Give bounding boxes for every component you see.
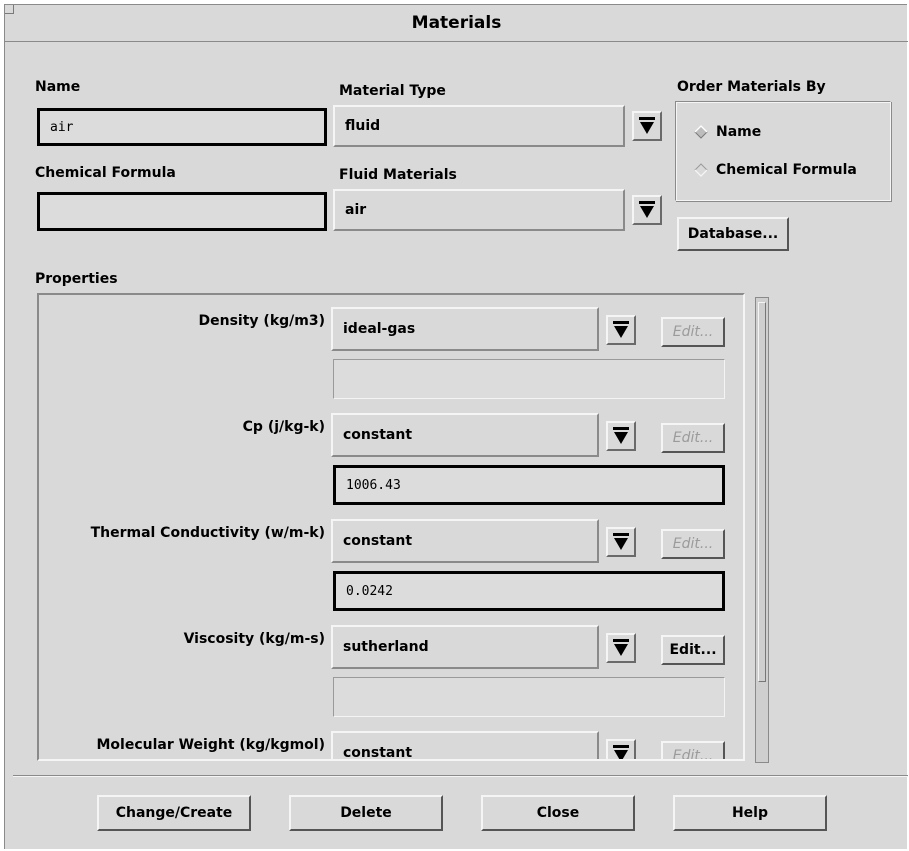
change-create-button[interactable]: Change/Create (97, 795, 251, 831)
cp-edit-button[interactable]: Edit... (661, 423, 725, 453)
molecular-weight-method-dropdown-button[interactable] (606, 739, 636, 759)
properties-label: Properties (35, 271, 118, 287)
fluid-materials-dropdown-button[interactable] (632, 195, 662, 225)
chevron-down-icon (613, 533, 629, 550)
order-by-chemical-formula-radio[interactable]: Chemical Formula (694, 162, 857, 178)
cp-method-dropdown-button[interactable] (606, 421, 636, 451)
button-divider (13, 775, 908, 777)
viscosity-label: Viscosity (kg/m-s) (183, 631, 325, 647)
thermal-conductivity-method-dropdown-button[interactable] (606, 527, 636, 557)
viscosity-edit-button[interactable]: Edit... (661, 635, 725, 665)
name-field[interactable]: air (37, 108, 327, 146)
fluid-materials-select[interactable]: air (333, 189, 625, 231)
viscosity-method-select[interactable]: sutherland (331, 625, 599, 669)
thermal-conductivity-method-select[interactable]: constant (331, 519, 599, 563)
close-button[interactable]: Close (481, 795, 635, 831)
cp-label: Cp (j/kg-k) (242, 419, 325, 435)
viscosity-method-dropdown-button[interactable] (606, 633, 636, 663)
viscosity-value-field[interactable] (333, 677, 725, 717)
order-by-label: Order Materials By (677, 79, 826, 95)
chevron-down-icon (613, 321, 629, 338)
thermal-conductivity-edit-button[interactable]: Edit... (661, 529, 725, 559)
database-button[interactable]: Database... (677, 217, 789, 251)
density-edit-button[interactable]: Edit... (661, 317, 725, 347)
order-by-chemical-formula-label: Chemical Formula (716, 162, 857, 178)
chemical-formula-label: Chemical Formula (35, 165, 176, 181)
radio-unselected-icon (694, 163, 708, 177)
material-type-select[interactable]: fluid (333, 105, 625, 147)
cp-method-select[interactable]: constant (331, 413, 599, 457)
molecular-weight-label: Molecular Weight (kg/kgmol) (96, 737, 325, 753)
help-button[interactable]: Help (673, 795, 827, 831)
chemical-formula-field[interactable] (37, 192, 327, 231)
density-method-dropdown-button[interactable] (606, 315, 636, 345)
thermal-conductivity-value-field[interactable]: 0.0242 (333, 571, 725, 611)
order-by-name-label: Name (716, 124, 762, 140)
material-type-label: Material Type (339, 83, 446, 99)
cp-value-field[interactable]: 1006.43 (333, 465, 725, 505)
delete-button[interactable]: Delete (289, 795, 443, 831)
chevron-down-icon (639, 201, 655, 218)
materials-dialog: Materials Name air Chemical Formula Mate… (4, 4, 908, 849)
title-bar[interactable]: Materials (5, 5, 908, 42)
thermal-conductivity-label: Thermal Conductivity (w/m-k) (90, 525, 325, 541)
scrollbar-thumb[interactable] (758, 302, 766, 682)
chevron-down-icon (639, 117, 655, 134)
molecular-weight-method-select[interactable]: constant (331, 731, 599, 759)
density-method-select[interactable]: ideal-gas (331, 307, 599, 351)
chevron-down-icon (613, 745, 629, 759)
chevron-down-icon (613, 427, 629, 444)
order-by-name-radio[interactable]: Name (694, 124, 761, 140)
fluid-materials-label: Fluid Materials (339, 167, 457, 183)
properties-scrollbar[interactable] (755, 297, 769, 763)
name-label: Name (35, 79, 81, 95)
material-type-dropdown-button[interactable] (632, 111, 662, 141)
molecular-weight-edit-button[interactable]: Edit... (661, 741, 725, 759)
chevron-down-icon (613, 639, 629, 656)
density-label: Density (kg/m3) (198, 313, 325, 329)
order-by-group: Name Chemical Formula (675, 101, 891, 201)
radio-selected-icon (694, 125, 708, 139)
dialog-title: Materials (411, 13, 502, 33)
properties-panel: Density (kg/m3) ideal-gas Edit... Cp (j/… (37, 293, 745, 761)
density-value-field[interactable] (333, 359, 725, 399)
